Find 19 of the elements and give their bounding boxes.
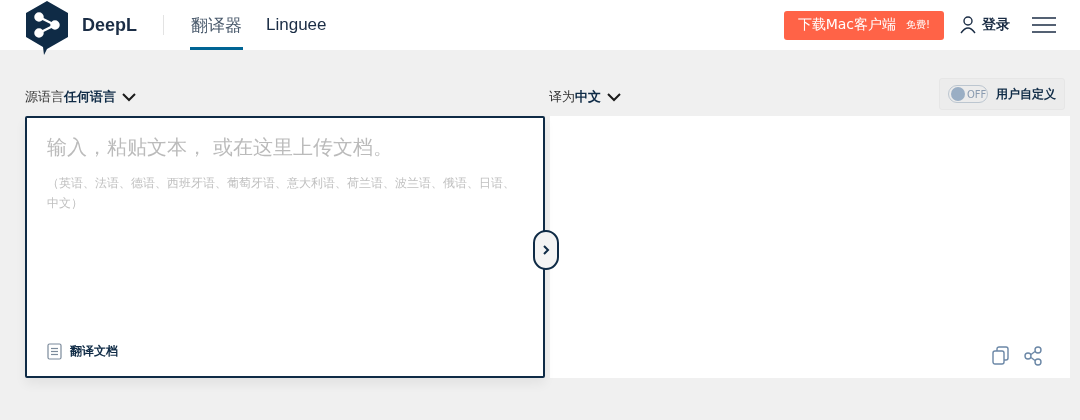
nav-tab[interactable]: 翻译器 — [190, 0, 243, 50]
login-link[interactable]: 登录 — [982, 16, 1010, 34]
languages-hint: （英语、法语、德语、西班牙语、葡萄牙语、意大利语、荷兰语、波兰语、俄语、日语、中文） — [47, 175, 516, 212]
user-icon[interactable] — [960, 16, 976, 34]
target-language-selector[interactable]: 译为中文 — [549, 88, 601, 106]
source-language-selector[interactable]: 源语言任何语言 — [25, 88, 116, 106]
brand-name: DeepL — [82, 14, 137, 36]
menu-icon[interactable] — [1032, 16, 1056, 34]
chevron-right-icon — [542, 245, 550, 255]
swap-button[interactable] — [533, 230, 559, 270]
chevron-down-icon[interactable] — [122, 92, 136, 102]
document-icon — [47, 343, 62, 360]
copy-icon[interactable] — [992, 346, 1010, 366]
share-icon[interactable] — [1024, 346, 1042, 366]
chevron-down-icon[interactable] — [607, 92, 621, 102]
nav-tab[interactable]: Linguee — [265, 0, 328, 50]
translate-document-button[interactable]: 翻译文档 — [47, 343, 523, 360]
placeholder-text: 输入，粘贴文本， 或在这里上传文档。 — [47, 134, 395, 161]
glossary-label: 用户自定义 — [996, 85, 1056, 103]
